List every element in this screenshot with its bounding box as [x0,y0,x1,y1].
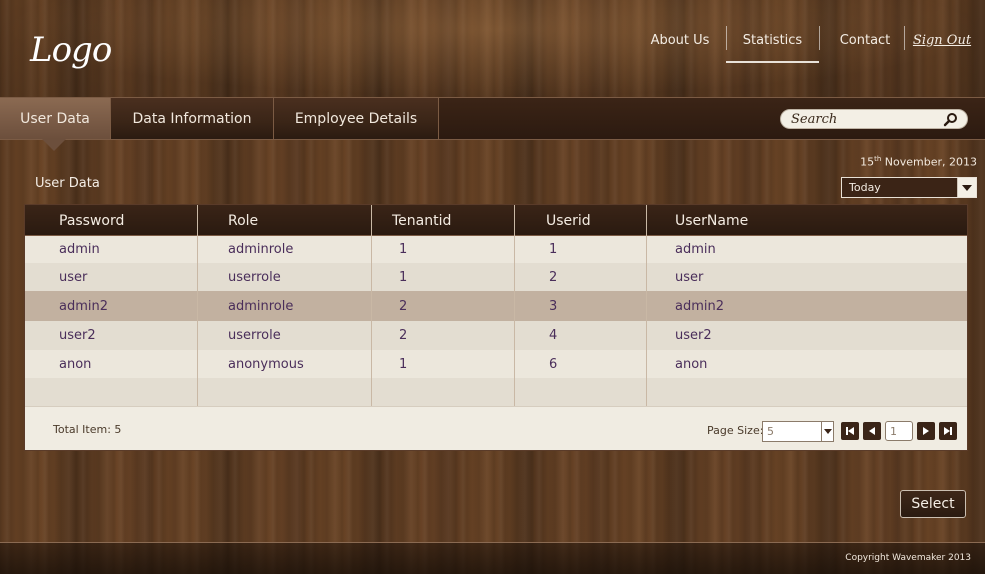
column-header-tenantid[interactable]: Tenantid [392,205,451,236]
cell-userid: 6 [549,356,558,372]
user-data-grid: Password Role Tenantid Userid UserName a… [24,204,968,451]
nav-divider [904,26,905,50]
page-size-label: Page Size: [707,424,764,437]
search-input[interactable] [791,111,941,127]
total-items: Total Item: 5 [53,423,122,436]
grid-header: Password Role Tenantid Userid UserName [25,205,967,236]
cell-tenantid: 1 [399,356,408,372]
last-page-button[interactable] [939,422,957,440]
active-tab-pointer [42,139,66,151]
date-day: 15 [860,155,875,169]
select-button[interactable]: Select [900,490,966,518]
cell-password: user2 [59,328,96,343]
last-page-icon [944,427,952,435]
column-divider [371,236,372,406]
cell-password: anon [59,356,92,372]
cell-password: admin2 [59,298,109,314]
copyright-text: Copyright Wavemaker 2013 [845,553,971,563]
column-header-username[interactable]: UserName [675,205,748,236]
nav-contact[interactable]: Contact [825,28,905,52]
cell-userid: 4 [549,328,558,343]
cell-tenantid: 2 [399,298,408,314]
cell-role: adminrole [228,242,294,257]
cell-role: adminrole [228,298,294,314]
cell-username: user2 [675,328,712,343]
tab-employee-details[interactable]: Employee Details [274,98,439,139]
date-filter-value: Today [849,181,881,194]
previous-page-button[interactable] [863,422,881,440]
top-header: Logo About Us Statistics Contact Sign Ou… [0,0,985,97]
top-nav: About Us Statistics Contact Sign Out [640,26,985,64]
cell-username: admin2 [675,298,725,314]
cell-tenantid: 1 [399,269,408,285]
previous-page-icon [869,427,875,435]
table-row-selected[interactable]: admin2 adminrole 2 3 admin2 [25,291,967,321]
page-number-input[interactable]: 1 [885,421,913,441]
cell-password: user [59,269,88,285]
cell-tenantid: 2 [399,328,408,343]
current-date: 15th November, 2013 [860,155,977,169]
first-page-button[interactable] [841,422,859,440]
cell-userid: 1 [549,242,558,257]
cell-tenantid: 1 [399,242,408,257]
chevron-down-icon[interactable] [957,178,976,197]
nav-divider [819,26,820,50]
cell-password: admin [59,242,100,257]
page-size-value: 5 [767,425,774,438]
table-row[interactable]: user userrole 1 2 user [25,263,967,291]
search-box[interactable] [780,109,968,129]
cell-username: admin [675,242,716,257]
date-rest: November, 2013 [884,155,977,169]
cell-username: user [675,269,704,285]
next-page-icon [923,427,929,435]
nav-statistics[interactable]: Statistics [726,28,819,52]
column-header-password[interactable]: Password [59,205,124,236]
table-row[interactable]: user2 userrole 2 4 user2 [25,321,967,350]
next-page-button[interactable] [917,422,935,440]
column-divider [197,236,198,406]
table-row-empty [25,378,967,406]
logo[interactable]: Logo [30,30,112,70]
cell-userid: 3 [549,298,558,314]
tab-data-information[interactable]: Data Information [111,98,274,139]
nav-about-us[interactable]: About Us [640,28,720,52]
date-suffix: th [874,155,882,163]
cell-username: anon [675,356,708,372]
grid-footer: Total Item: 5 Page Size: 5 1 [25,406,967,450]
first-page-icon [846,427,854,435]
cell-role: userrole [228,328,281,343]
column-divider [514,236,515,406]
sign-out-link[interactable]: Sign Out [910,28,974,52]
tab-user-data[interactable]: User Data [0,98,111,139]
cell-role: userrole [228,269,281,285]
section-title: User Data [35,176,100,191]
date-filter-dropdown[interactable]: Today [841,177,977,198]
column-divider [646,236,647,406]
column-header-userid[interactable]: Userid [546,205,591,236]
column-header-role[interactable]: Role [228,205,258,236]
search-icon[interactable] [943,112,959,132]
chevron-down-icon[interactable] [821,422,833,441]
page-size-select[interactable]: 5 [762,421,834,442]
footer: Copyright Wavemaker 2013 [0,542,985,574]
cell-role: anonymous [228,356,304,372]
table-row[interactable]: admin adminrole 1 1 admin [25,236,967,263]
table-row[interactable]: anon anonymous 1 6 anon [25,350,967,378]
nav-active-underline [726,61,819,63]
cell-userid: 2 [549,269,558,285]
